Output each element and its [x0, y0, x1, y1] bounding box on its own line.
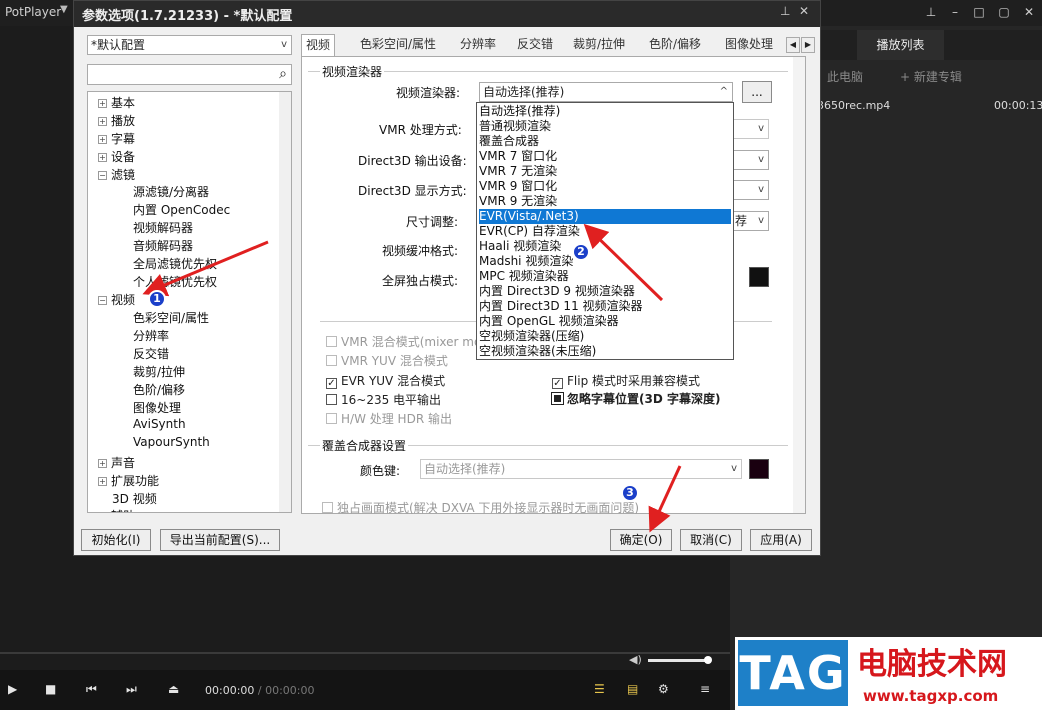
- arrow-2: [583, 223, 664, 302]
- step-badge-3: 3: [621, 484, 639, 502]
- annotation-arrows: [142, 223, 682, 533]
- step-badge-2: 2: [572, 243, 590, 261]
- arrow-3: [648, 465, 682, 533]
- step-badge-1: 1: [148, 290, 166, 308]
- arrow-1: [142, 240, 269, 297]
